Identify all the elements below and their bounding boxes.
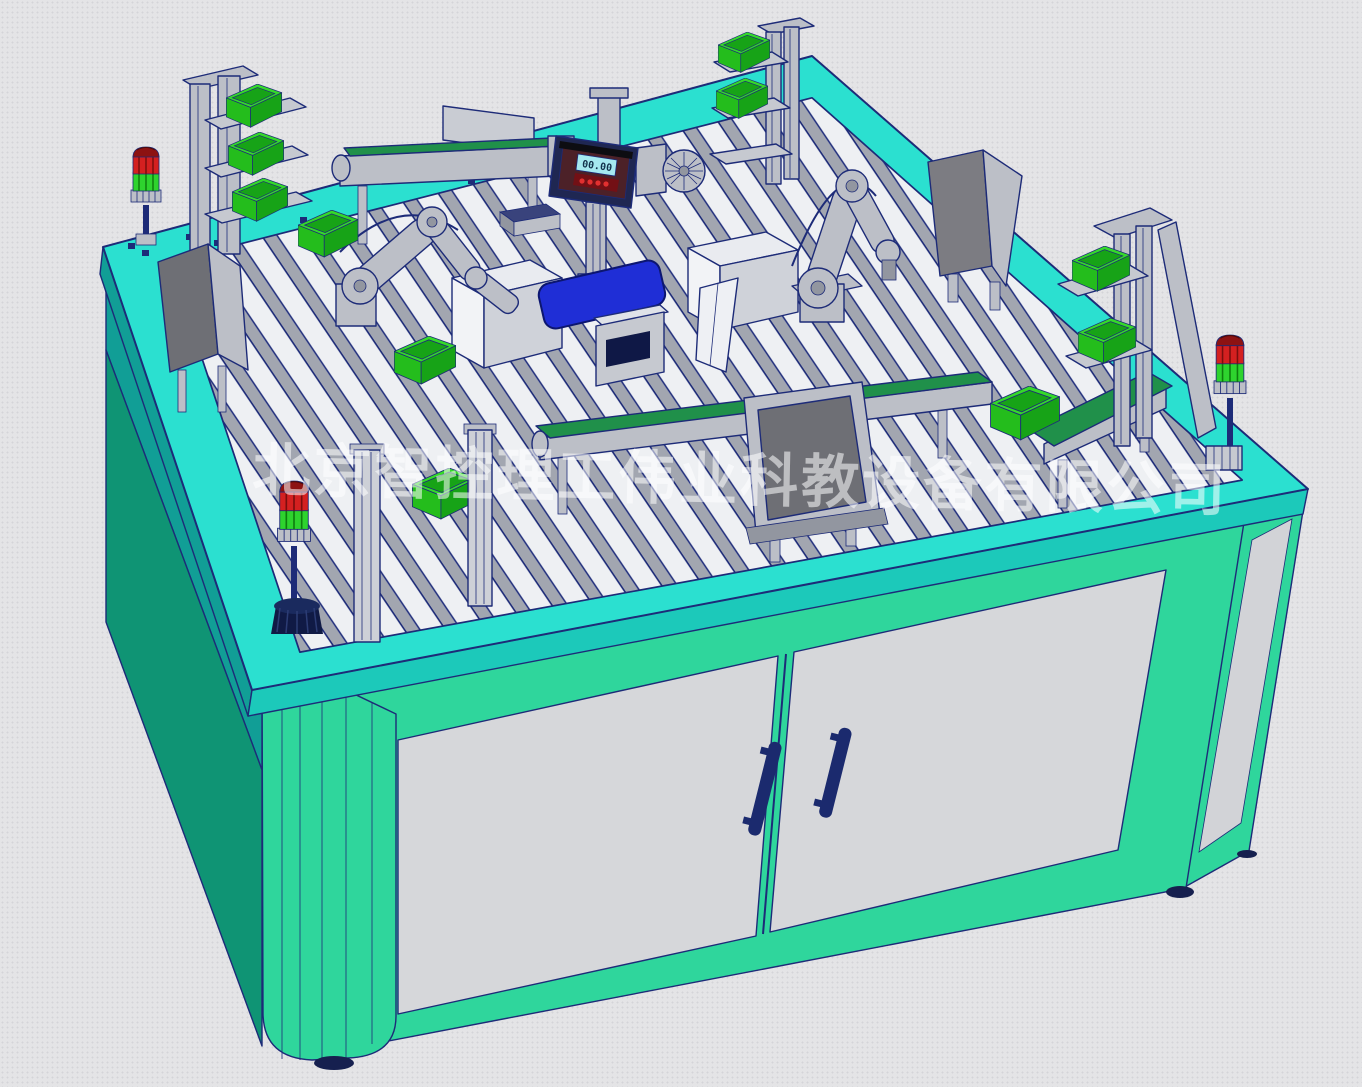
panel-button[interactable]	[595, 180, 600, 185]
signal-tower-right	[1206, 335, 1246, 470]
gantry-cap	[590, 88, 628, 98]
lamp-pole	[1227, 398, 1233, 448]
signal-tower-rear-left	[131, 147, 161, 245]
lamp-pole	[291, 546, 297, 604]
cad-render-stage: 00.00	[0, 0, 1362, 1087]
cabinet-foot-right	[1166, 886, 1194, 898]
rack-post	[190, 84, 210, 260]
signal-lamp	[131, 147, 161, 202]
sorter-module	[594, 305, 668, 386]
rack-post	[784, 27, 799, 179]
motor-mount	[636, 144, 666, 196]
panel-button[interactable]	[603, 181, 608, 186]
motor	[663, 150, 705, 192]
cabinet-foot-left	[314, 1056, 354, 1070]
workbench-3d-render: 00.00	[0, 0, 1362, 1087]
lamp-mount	[136, 234, 156, 245]
console-front-face	[928, 150, 992, 276]
rack-post	[1136, 226, 1152, 438]
panel-button[interactable]	[587, 179, 592, 184]
shelf-rack-rear-right	[710, 18, 814, 184]
display-pole	[586, 202, 606, 276]
signal-lamp	[1214, 335, 1246, 394]
robot-gripper	[882, 260, 896, 280]
panel-button[interactable]	[579, 178, 584, 183]
cabinet-foot-rear-right	[1237, 850, 1257, 858]
conveyor-roller	[332, 155, 350, 181]
robot-wrist-joint	[465, 267, 487, 289]
gantry-post	[598, 96, 620, 146]
